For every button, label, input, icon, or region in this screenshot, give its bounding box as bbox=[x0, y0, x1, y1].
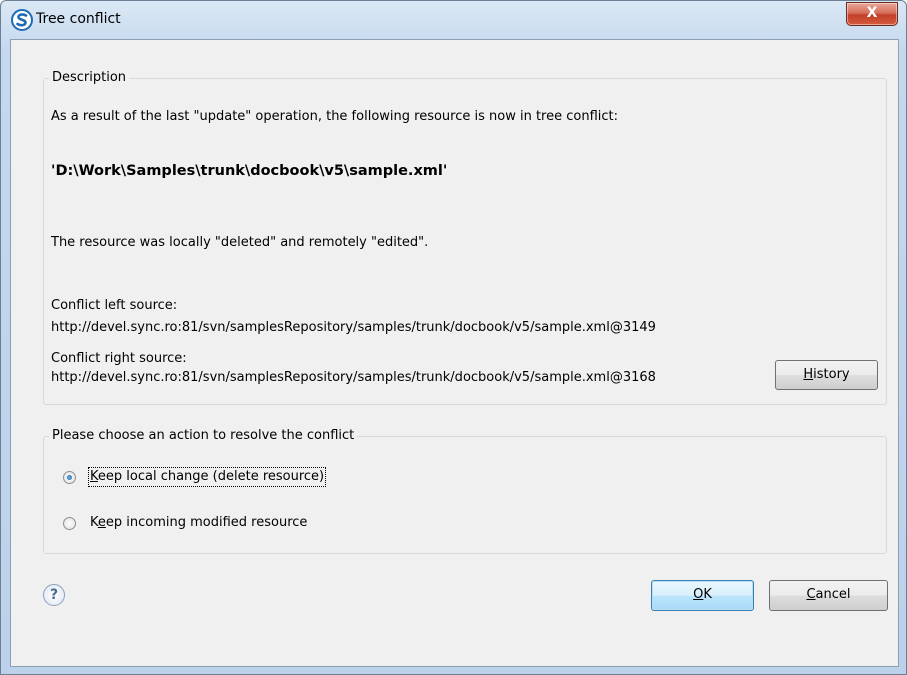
history-mnemonic: H bbox=[803, 367, 814, 382]
action-legend: Please choose an action to resolve the c… bbox=[49, 428, 358, 444]
window-title: Tree conflict bbox=[36, 11, 121, 27]
keep-local-label[interactable]: Keep local change (delete resource) bbox=[87, 467, 327, 487]
close-button[interactable]: X bbox=[846, 2, 898, 26]
keep-incoming-label[interactable]: Keep incoming modified resource bbox=[90, 515, 307, 531]
left-source-url: http://devel.sync.ro:81/svn/samplesRepos… bbox=[51, 320, 656, 335]
conflict-reason: The resource was locally "deleted" and r… bbox=[51, 235, 429, 250]
help-icon[interactable]: ? bbox=[43, 584, 65, 606]
keep-incoming-radio[interactable] bbox=[63, 517, 76, 530]
keep-local-mnemonic: K bbox=[90, 469, 98, 484]
cancel-mnemonic: C bbox=[806, 587, 816, 602]
dialog-body: Description As a result of the last "upd… bbox=[10, 39, 899, 667]
right-source-label: Conflict right source: bbox=[51, 351, 187, 366]
cancel-button[interactable]: Cancel bbox=[769, 580, 888, 611]
tree-conflict-dialog: Tree conflict X Description As a result … bbox=[0, 0, 907, 675]
keep-local-radio[interactable] bbox=[63, 471, 76, 484]
keep-incoming-mnemonic: e bbox=[97, 515, 106, 530]
history-button[interactable]: History bbox=[775, 360, 878, 390]
title-bar[interactable]: Tree conflict X bbox=[1, 1, 906, 39]
close-icon: X bbox=[866, 5, 878, 21]
ok-mnemonic: O bbox=[693, 587, 704, 602]
conflict-path: 'D:\Work\Samples\trunk\docbook\v5\sample… bbox=[51, 163, 448, 179]
sync-logo-icon bbox=[11, 9, 33, 31]
left-source-label: Conflict left source: bbox=[51, 298, 178, 313]
description-legend: Description bbox=[49, 70, 130, 86]
right-source-url: http://devel.sync.ro:81/svn/samplesRepos… bbox=[51, 370, 656, 385]
description-intro: As a result of the last "update" operati… bbox=[51, 109, 619, 124]
action-group: Please choose an action to resolve the c… bbox=[43, 428, 887, 554]
ok-button[interactable]: OK bbox=[651, 580, 754, 611]
history-label: istory bbox=[813, 367, 850, 382]
